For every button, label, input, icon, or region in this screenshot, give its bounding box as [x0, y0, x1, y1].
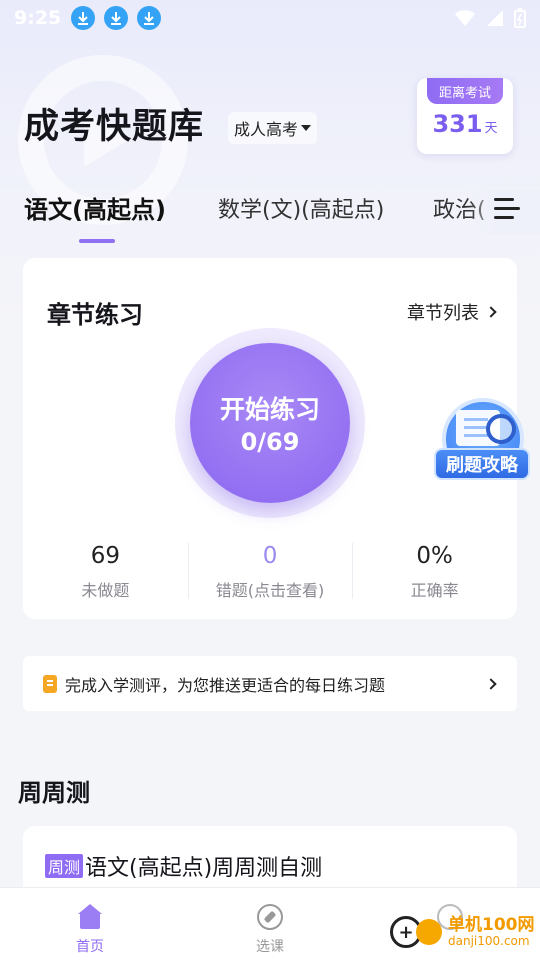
signal-icon: [487, 10, 503, 26]
start-practice-button[interactable]: 开始练习 0/69: [190, 343, 350, 503]
download-icon: [137, 6, 162, 30]
wifi-icon: [455, 10, 475, 26]
caret-down-icon: [301, 125, 312, 131]
clipboard-icon: [43, 674, 57, 693]
nav-label: 首页: [76, 939, 104, 955]
stat-value: 69: [90, 543, 120, 569]
tab-math[interactable]: 数学(文)(高起点): [218, 192, 384, 224]
compass-icon: [257, 904, 283, 930]
chapter-practice-title: 章节练习: [47, 301, 143, 329]
stat-accuracy[interactable]: 0% 正确率: [352, 543, 517, 603]
guide-badge-label: 刷题攻略: [434, 448, 530, 480]
countdown-days: 331: [432, 110, 483, 138]
nav-home[interactable]: 首页: [0, 888, 180, 960]
practice-stats: 69 未做题 0 错题(点击查看) 0% 正确率: [23, 543, 517, 603]
practice-guide-badge[interactable]: 刷题攻略: [434, 398, 530, 490]
stat-value: 0%: [416, 543, 453, 569]
weekly-section-title: 周周测: [18, 779, 90, 807]
exam-countdown-card[interactable]: 距离考试 331 天: [417, 78, 513, 154]
chevron-right-icon: [485, 677, 497, 690]
battery-icon: [514, 8, 526, 28]
watermark-url: danji100.com: [448, 933, 530, 948]
exam-type-selector[interactable]: 成人高考: [228, 112, 318, 144]
nav-courses[interactable]: 选课: [180, 888, 360, 960]
chapter-list-link[interactable]: 章节列表: [407, 299, 497, 325]
watermark-dot-icon: [416, 919, 442, 945]
banner-text: 完成入学测评，为您推送更适合的每日练习题: [65, 675, 386, 695]
tab-chinese[interactable]: 语文(高起点): [24, 190, 166, 225]
stat-label: 未做题: [81, 581, 130, 600]
weekly-test-title: 语文(高起点)周周测自测: [85, 856, 323, 881]
countdown-label: 距离考试: [427, 78, 503, 104]
chapter-list-label: 章节列表: [407, 303, 479, 324]
start-practice-label: 开始练习: [219, 395, 320, 424]
countdown-unit: 天: [484, 121, 498, 136]
exam-type-label: 成人高考: [234, 120, 299, 139]
stat-unanswered[interactable]: 69 未做题: [23, 543, 188, 603]
chevron-right-icon: [485, 306, 497, 318]
site-watermark: + 单机100网 danji100.com: [390, 916, 535, 948]
menu-icon[interactable]: [494, 198, 520, 220]
assessment-banner[interactable]: 完成入学测评，为您推送更适合的每日练习题: [23, 656, 517, 711]
watermark-text: 单机100网 danji100.com: [448, 916, 535, 948]
weekly-tag: 周测: [45, 854, 84, 878]
status-bar: 9:25: [0, 0, 540, 36]
status-indicators: [454, 8, 526, 28]
home-icon: [76, 904, 104, 930]
watermark-name: 单机100网: [448, 915, 535, 936]
download-icon: [104, 6, 129, 30]
magnifier-icon: [486, 414, 516, 444]
app-title: 成考快题库: [24, 107, 205, 147]
stat-label: 错题(点击查看): [215, 581, 325, 600]
stat-value: 0: [262, 543, 278, 569]
stat-wrong-answers[interactable]: 0 错题(点击查看): [187, 543, 353, 603]
nav-label: 选课: [256, 939, 284, 955]
subject-tabs: 语文(高起点) 数学(文)(高起点) 政治(: [0, 190, 540, 248]
countdown-value: 331 天: [417, 110, 513, 138]
download-icon: [71, 6, 96, 30]
status-time: 9:25: [14, 7, 62, 29]
active-tab-indicator: [79, 239, 115, 243]
practice-progress: 0/69: [240, 428, 300, 456]
stat-label: 正确率: [410, 581, 459, 600]
